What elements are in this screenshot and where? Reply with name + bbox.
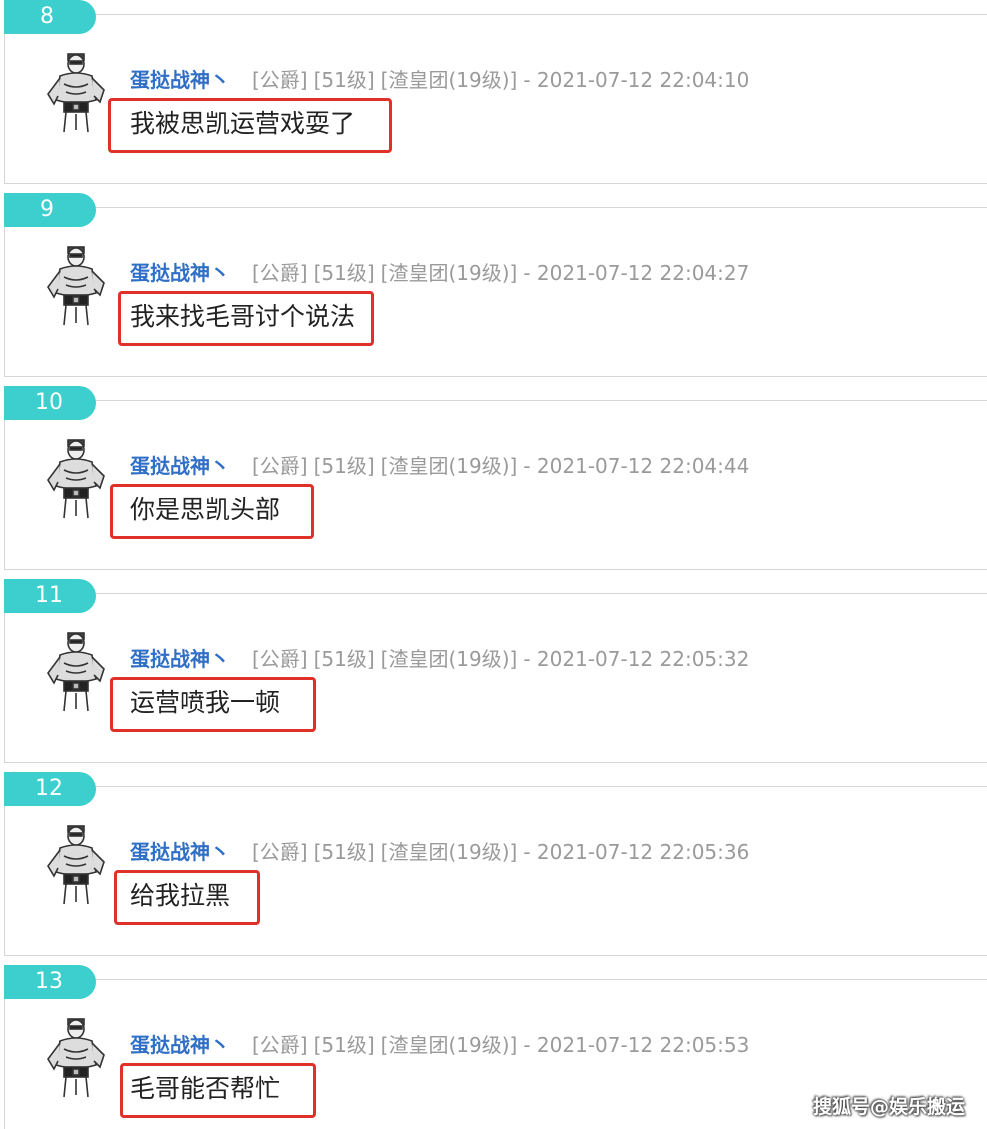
post-meta: 蛋挞战神丶 [公爵] [51级] [渣皇团(19级)] - 2021-07-12 22:… xyxy=(130,838,749,866)
post-floor-8: 8 蛋挞战神丶 [公爵] [51级] [渣皇团(19级)] - 2021-07-12 2… xyxy=(0,0,987,193)
rank-badge: [公爵] xyxy=(252,647,308,671)
username-link[interactable]: 蛋挞战神丶 xyxy=(130,1033,230,1057)
avatar-icon[interactable] xyxy=(40,436,112,520)
floor-number: 8 xyxy=(4,0,96,34)
post-meta: 蛋挞战神丶 [公爵] [51级] [渣皇团(19级)] - 2021-07-12 22:… xyxy=(130,452,749,480)
avatar-icon[interactable] xyxy=(40,243,112,327)
rank-badge: [公爵] xyxy=(252,1033,308,1057)
avatar-icon[interactable] xyxy=(40,50,112,134)
post-content: 我被思凯运营戏耍了 xyxy=(130,109,356,138)
post-timestamp: - 2021-07-12 22:04:44 xyxy=(523,454,750,478)
post-content: 我来找毛哥讨个说法 xyxy=(130,302,356,331)
group-badge: [渣皇团(19级)] xyxy=(380,261,518,285)
post-floor-9: 9 蛋挞战神丶 [公爵] [51级] [渣皇团(19级)] - 2021-07-12 2… xyxy=(0,193,987,386)
rank-badge: [公爵] xyxy=(252,454,308,478)
level-badge: [51级] xyxy=(313,647,375,671)
avatar-icon[interactable] xyxy=(40,1015,112,1099)
rank-badge: [公爵] xyxy=(252,840,308,864)
post-timestamp: - 2021-07-12 22:05:32 xyxy=(523,647,750,671)
level-badge: [51级] xyxy=(313,1033,375,1057)
floor-number: 13 xyxy=(4,965,96,999)
username-link[interactable]: 蛋挞战神丶 xyxy=(130,261,230,285)
avatar-icon[interactable] xyxy=(40,629,112,713)
post-floor-11: 11 蛋挞战神丶 [公爵] [51级] [渣皇团(19级)] - 2021-07-12 … xyxy=(0,579,987,772)
floor-number: 12 xyxy=(4,772,96,806)
post-content: 毛哥能否帮忙 xyxy=(130,1074,281,1103)
post-meta: 蛋挞战神丶 [公爵] [51级] [渣皇团(19级)] - 2021-07-12 22:… xyxy=(130,259,749,287)
username-link[interactable]: 蛋挞战神丶 xyxy=(130,454,230,478)
avatar-icon[interactable] xyxy=(40,822,112,906)
level-badge: [51级] xyxy=(313,454,375,478)
post-meta: 蛋挞战神丶 [公爵] [51级] [渣皇团(19级)] - 2021-07-12 22:… xyxy=(130,1031,749,1059)
rank-badge: [公爵] xyxy=(252,68,308,92)
post-meta: 蛋挞战神丶 [公爵] [51级] [渣皇团(19级)] - 2021-07-12 22:… xyxy=(130,645,749,673)
watermark-text: 搜狐号@娱乐搬运 xyxy=(812,1096,965,1118)
level-badge: [51级] xyxy=(313,68,375,92)
post-timestamp: - 2021-07-12 22:05:53 xyxy=(523,1033,750,1057)
post-content: 运营喷我一顿 xyxy=(130,688,281,717)
post-floor-12: 12 蛋挞战神丶 [公爵] [51级] [渣皇团(19级)] - 2021-07-12 … xyxy=(0,772,987,965)
post-timestamp: - 2021-07-12 22:05:36 xyxy=(523,840,750,864)
post-meta: 蛋挞战神丶 [公爵] [51级] [渣皇团(19级)] - 2021-07-12 22:… xyxy=(130,66,749,94)
post-content: 你是思凯头部 xyxy=(130,495,281,524)
level-badge: [51级] xyxy=(313,840,375,864)
group-badge: [渣皇团(19级)] xyxy=(380,454,518,478)
post-timestamp: - 2021-07-12 22:04:27 xyxy=(523,261,750,285)
floor-number: 9 xyxy=(4,193,96,227)
post-timestamp: - 2021-07-12 22:04:10 xyxy=(523,68,750,92)
group-badge: [渣皇团(19级)] xyxy=(380,68,518,92)
username-link[interactable]: 蛋挞战神丶 xyxy=(130,840,230,864)
group-badge: [渣皇团(19级)] xyxy=(380,840,518,864)
rank-badge: [公爵] xyxy=(252,261,308,285)
post-content: 给我拉黑 xyxy=(130,881,231,910)
group-badge: [渣皇团(19级)] xyxy=(380,647,518,671)
level-badge: [51级] xyxy=(313,261,375,285)
username-link[interactable]: 蛋挞战神丶 xyxy=(130,68,230,92)
group-badge: [渣皇团(19级)] xyxy=(380,1033,518,1057)
post-floor-10: 10 蛋挞战神丶 [公爵] [51级] [渣皇团(19级)] - 2021-07-12 … xyxy=(0,386,987,579)
username-link[interactable]: 蛋挞战神丶 xyxy=(130,647,230,671)
floor-number: 11 xyxy=(4,579,96,613)
floor-number: 10 xyxy=(4,386,96,420)
